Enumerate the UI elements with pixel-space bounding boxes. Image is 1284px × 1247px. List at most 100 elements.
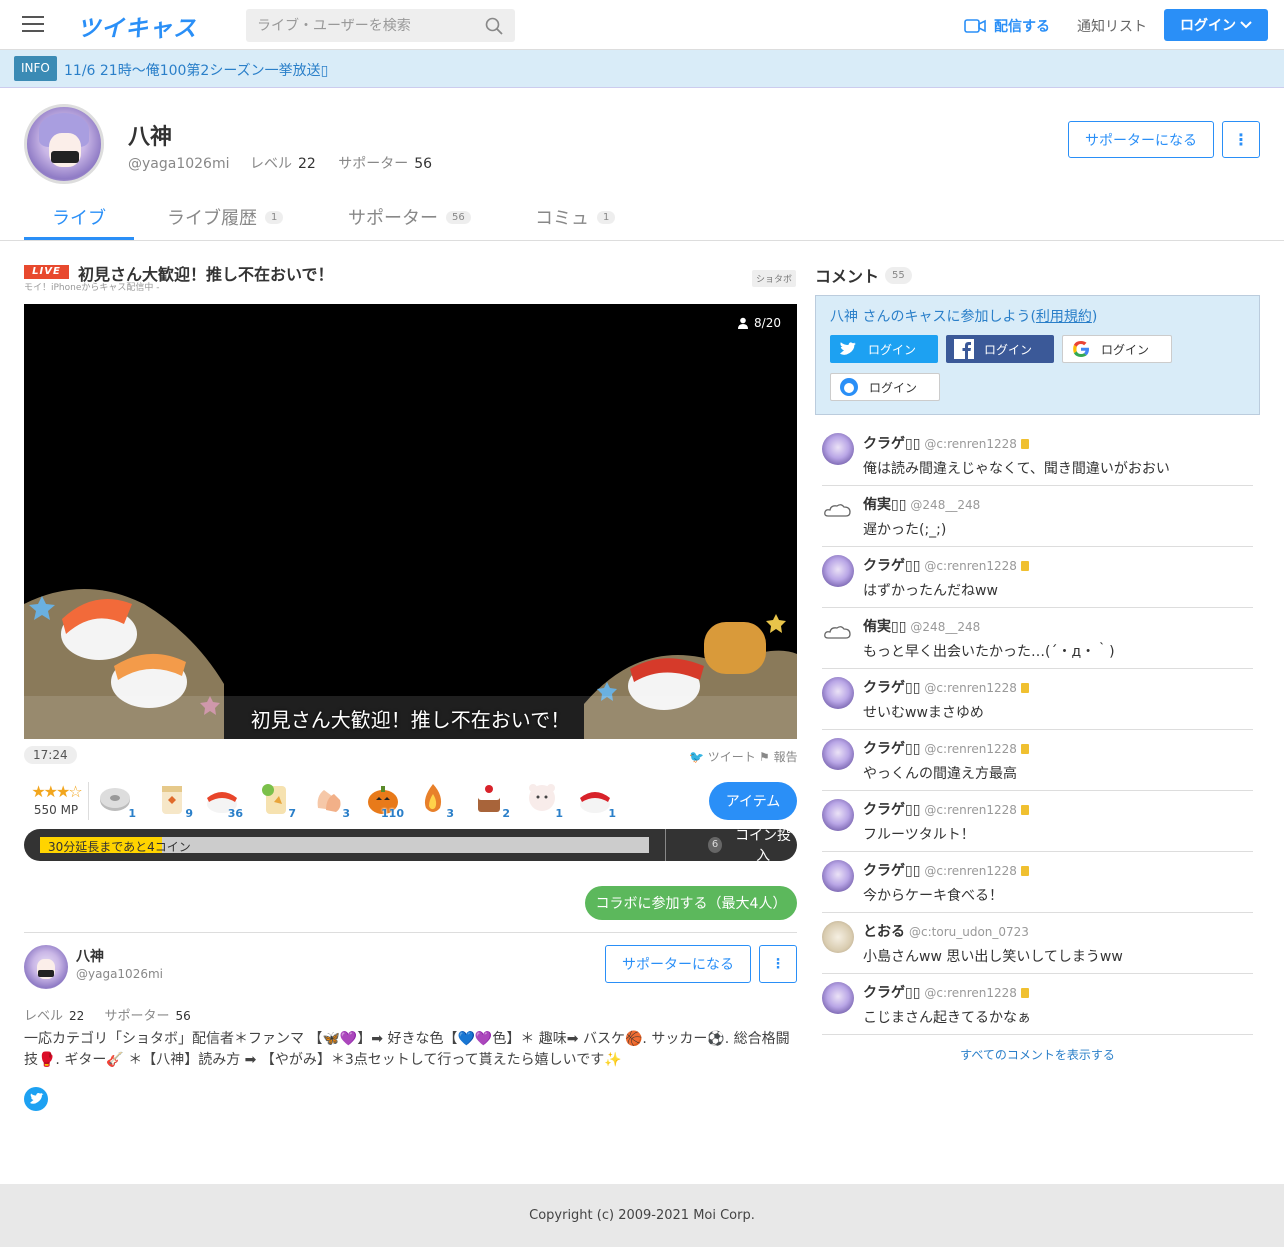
broadcast-label: 配信する bbox=[994, 19, 1050, 35]
login-button[interactable]: ログイン bbox=[1164, 9, 1268, 41]
live-badge: LIVE bbox=[24, 265, 69, 279]
item-slot[interactable]: 9 bbox=[153, 778, 193, 822]
item-slot[interactable]: 7 bbox=[256, 778, 296, 822]
comment-row: 侑実▯▯ @248__248 遅かった(;_;) bbox=[822, 486, 1253, 547]
become-supporter-button[interactable]: サポーターになる bbox=[605, 945, 751, 983]
google-login-label: ログイン bbox=[1101, 342, 1150, 357]
item-slot[interactable]: 1 bbox=[96, 778, 136, 822]
commenter-id: @c:toru_udon_0723 bbox=[909, 925, 1029, 939]
ten-bag-icon bbox=[262, 784, 286, 814]
tea-cup-icon bbox=[162, 786, 182, 814]
twitter-login-button[interactable]: ログイン bbox=[830, 335, 938, 363]
commenter-avatar[interactable] bbox=[822, 494, 854, 526]
commenter-name[interactable]: 侑実▯▯ @248__248 bbox=[863, 494, 980, 514]
user-avatar[interactable] bbox=[24, 104, 104, 184]
clap-icon bbox=[317, 790, 341, 812]
tab-count-badge: 1 bbox=[597, 210, 616, 224]
commenter-avatar[interactable] bbox=[822, 860, 854, 892]
comment-row: クラゲ▯▯ @c:renren1228 はずかったんだねww bbox=[822, 547, 1253, 608]
cake-icon bbox=[478, 785, 500, 812]
broadcaster-avatar[interactable] bbox=[24, 945, 68, 989]
commenter-avatar[interactable] bbox=[822, 677, 854, 709]
tab-community[interactable]: コミュ 1 bbox=[535, 204, 616, 230]
commenter-name[interactable]: クラゲ▯▯ @c:renren1228 bbox=[863, 860, 1029, 880]
site-logo[interactable]: ツイキャス bbox=[77, 9, 197, 43]
supporter-badge-icon bbox=[1020, 439, 1029, 449]
commenter-avatar[interactable] bbox=[822, 433, 854, 465]
tweet-link[interactable]: 🐦 ツイート bbox=[689, 748, 756, 765]
join-collab-button[interactable]: コラボに参加する（最大4人） bbox=[585, 886, 797, 920]
item-count: 110 bbox=[381, 807, 404, 820]
comment-text: 遅かった(;_;) bbox=[863, 522, 947, 538]
video-caption: 初見さん大歓迎！推し不在おいで！ bbox=[250, 708, 571, 732]
comment-text: 俺は読み間違えじゃなくて、聞き間違いがおおい bbox=[863, 461, 1170, 477]
terms-link[interactable]: 利用規約 bbox=[1036, 309, 1092, 325]
tab-supporters[interactable]: サポーター 56 bbox=[348, 204, 471, 230]
item-slot[interactable]: 3 bbox=[310, 778, 350, 822]
broadcaster-name[interactable]: 八神 bbox=[76, 946, 104, 966]
commenter-name[interactable]: クラゲ▯▯ @c:renren1228 bbox=[863, 677, 1029, 697]
commenter-avatar[interactable] bbox=[822, 738, 854, 770]
live-subtitle: モイ！iPhoneからキャス配信中 - bbox=[24, 283, 160, 293]
item-slot[interactable]: 110 bbox=[364, 778, 404, 822]
tab-live[interactable]: ライブ bbox=[52, 204, 106, 230]
comment-row: クラゲ▯▯ @c:renren1228 フルーツタルト！ bbox=[822, 791, 1253, 852]
supporter-label: サポーター bbox=[338, 156, 409, 172]
user-meta: @yaga1026mi レベル 22 サポーター 56 bbox=[128, 153, 450, 173]
item-count: 3 bbox=[446, 807, 454, 820]
more-options-button[interactable]: ⋮ bbox=[759, 945, 797, 983]
video-background-art bbox=[24, 589, 797, 739]
commenter-avatar[interactable] bbox=[822, 616, 854, 648]
supporter-badge-icon bbox=[1020, 988, 1029, 998]
commenter-avatar[interactable] bbox=[822, 921, 854, 953]
tab-live-history[interactable]: ライブ履歴 1 bbox=[167, 204, 284, 230]
divider bbox=[665, 829, 666, 861]
more-options-button[interactable]: ⋮ bbox=[1222, 121, 1260, 158]
menu-icon[interactable] bbox=[22, 16, 44, 34]
commenter-name[interactable]: 侑実▯▯ @248__248 bbox=[863, 616, 980, 636]
notification-list-link[interactable]: 通知リスト bbox=[1077, 16, 1147, 36]
commenter-name[interactable]: クラゲ▯▯ @c:renren1228 bbox=[863, 555, 1029, 575]
item-slot[interactable]: 2 bbox=[470, 778, 510, 822]
commenter-name[interactable]: クラゲ▯▯ @c:renren1228 bbox=[863, 738, 1029, 758]
video-player[interactable]: 8/20 初見さん大歓迎！推し不在おいで！ bbox=[24, 304, 797, 739]
commenter-name[interactable]: とおる @c:toru_udon_0723 bbox=[863, 921, 1029, 941]
join-text-end: ) bbox=[1091, 309, 1098, 325]
twitcasting-login-button[interactable]: ログイン bbox=[830, 373, 940, 401]
person-icon bbox=[738, 317, 749, 329]
item-slot[interactable]: 3 bbox=[414, 778, 454, 822]
comment-row: クラゲ▯▯ @c:renren1228 今からケーキ食べる！ bbox=[822, 852, 1253, 913]
info-link[interactable]: 11/6 21時〜俺100第2シーズン一挙放送▯ bbox=[64, 60, 328, 80]
item-button[interactable]: アイテム bbox=[709, 782, 797, 820]
comment-text: フルーツタルト！ bbox=[863, 827, 975, 843]
commenter-avatar[interactable] bbox=[822, 555, 854, 587]
comment-text: もっと早く出会いたかった…(´・д・｀) bbox=[863, 644, 1115, 660]
insert-coin-button[interactable]: 6 コイン投入 bbox=[684, 828, 794, 864]
item-slot[interactable]: 1 bbox=[576, 778, 616, 822]
search-icon[interactable] bbox=[485, 17, 503, 35]
broadcast-link[interactable]: 配信する bbox=[964, 16, 1050, 36]
comment-text: せいむwwまさゆめ bbox=[863, 705, 984, 721]
google-icon bbox=[1073, 341, 1089, 357]
category-tag[interactable]: ショタボ bbox=[752, 270, 797, 287]
facebook-login-button[interactable]: ログイン bbox=[946, 335, 1054, 363]
supporter-badge-icon bbox=[1020, 744, 1029, 754]
item-slot[interactable]: 1 bbox=[523, 778, 563, 822]
commenter-avatar[interactable] bbox=[822, 799, 854, 831]
comment-row: とおる @c:toru_udon_0723 小島さんww 思い出し笑いしてしまうww bbox=[822, 913, 1253, 974]
comment-list: クラゲ▯▯ @c:renren1228 俺は読み間違えじゃなくて、聞き間違いがおおい… bbox=[822, 425, 1253, 1035]
google-login-button[interactable]: ログイン bbox=[1062, 335, 1172, 363]
show-all-comments-link[interactable]: すべてのコメントを表示する bbox=[815, 1046, 1260, 1063]
twitcasting-icon bbox=[840, 378, 858, 396]
extension-bar: 30分延長まであと4コイン 6 コイン投入 bbox=[24, 828, 797, 864]
item-slot[interactable]: 36 bbox=[203, 778, 243, 822]
search-input[interactable] bbox=[246, 9, 476, 42]
commenter-name[interactable]: クラゲ▯▯ @c:renren1228 bbox=[863, 433, 1029, 453]
commenter-name[interactable]: クラゲ▯▯ @c:renren1228 bbox=[863, 982, 1029, 1002]
twitter-icon[interactable] bbox=[24, 1087, 48, 1111]
tab-count-badge: 1 bbox=[265, 210, 284, 224]
commenter-name[interactable]: クラゲ▯▯ @c:renren1228 bbox=[863, 799, 1029, 819]
become-supporter-button[interactable]: サポーターになる bbox=[1068, 121, 1214, 158]
commenter-avatar[interactable] bbox=[822, 982, 854, 1014]
report-link[interactable]: ⚑ 報告 bbox=[759, 748, 798, 765]
